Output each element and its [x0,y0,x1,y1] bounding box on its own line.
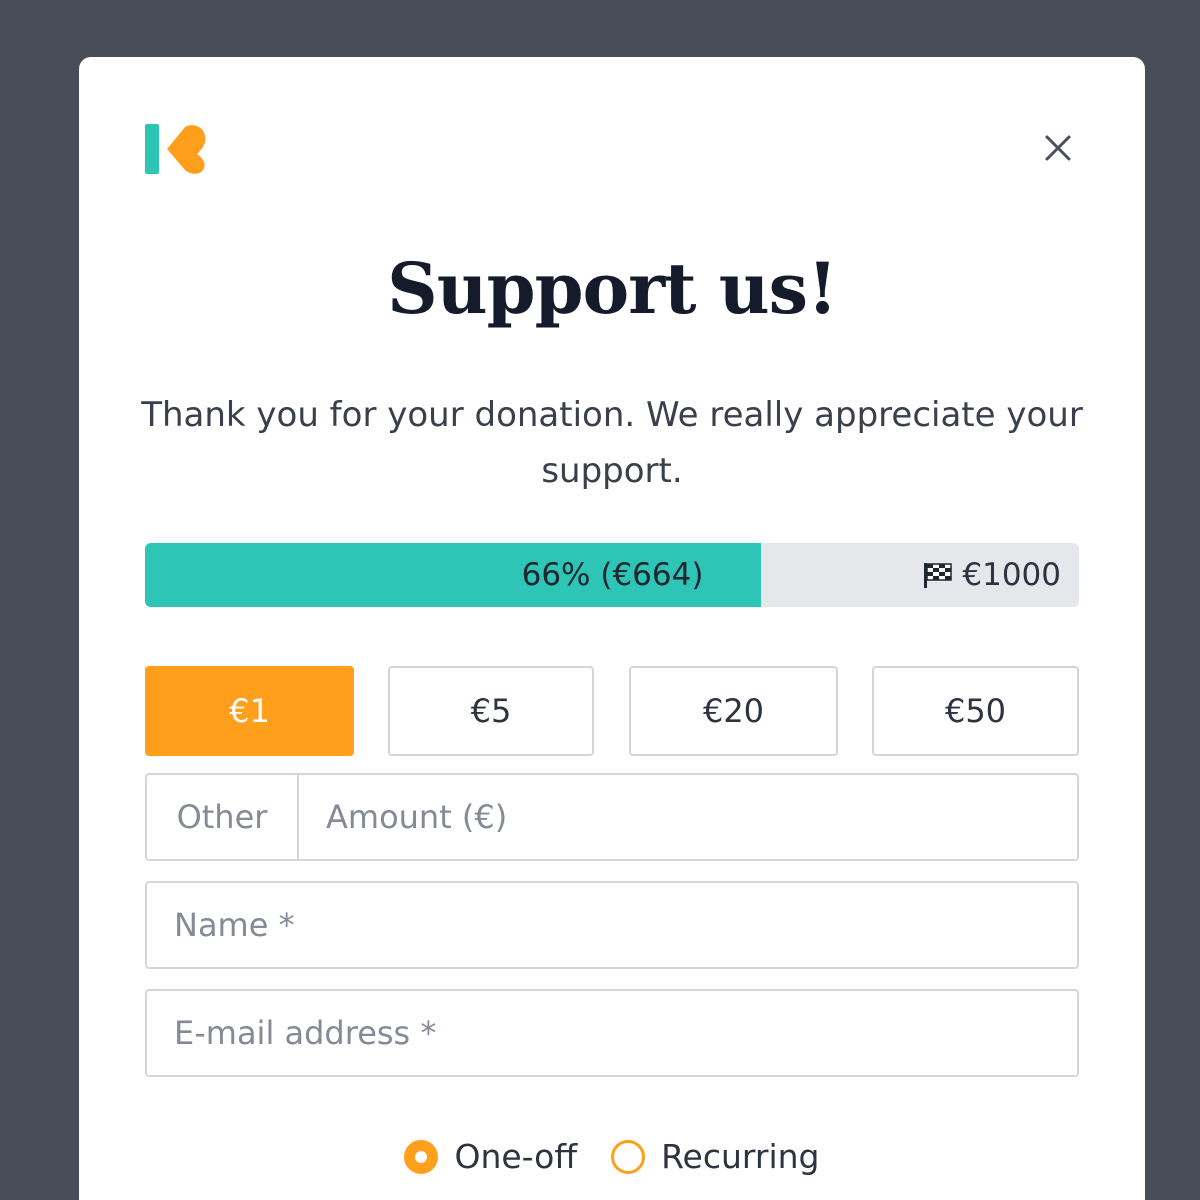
amount-options: €1 €5 €20 €50 [145,666,1079,756]
name-input[interactable] [147,883,1077,967]
donation-progress-bar: 66% (€664) €1000 [145,543,1079,607]
radio-one-off[interactable]: One-off [404,1137,577,1176]
email-input[interactable] [147,991,1077,1075]
radio-one-off-circle[interactable] [404,1139,439,1174]
amount-button-20[interactable]: €20 [629,666,838,756]
progress-goal-label: €1000 [962,557,1061,593]
other-prefix-label: Other [147,775,299,859]
amount-input[interactable] [299,775,1077,859]
close-icon[interactable] [1041,131,1075,165]
amount-button-1[interactable]: €1 [145,666,354,756]
email-field [145,989,1079,1077]
radio-recurring-circle[interactable] [611,1139,646,1174]
donation-modal: Support us! Thank you for your donation.… [79,57,1145,1200]
radio-recurring-label: Recurring [661,1137,820,1176]
radio-one-off-label: One-off [454,1137,578,1176]
page-title: Support us! [387,247,838,330]
name-field [145,881,1079,969]
radio-recurring[interactable]: Recurring [611,1137,820,1176]
frequency-options: One-off Recurring [79,1137,1145,1176]
amount-button-50[interactable]: €50 [872,666,1079,756]
progress-label: 66% (€664) [521,557,704,593]
modal-subtitle: Thank you for your donation. We really a… [141,395,1083,491]
progress-goal: €1000 [922,543,1061,607]
other-amount-field: Other [145,773,1079,861]
amount-button-5[interactable]: €5 [388,666,594,756]
ko-fi-logo-icon [145,124,209,174]
checkered-flag-icon [922,561,954,589]
